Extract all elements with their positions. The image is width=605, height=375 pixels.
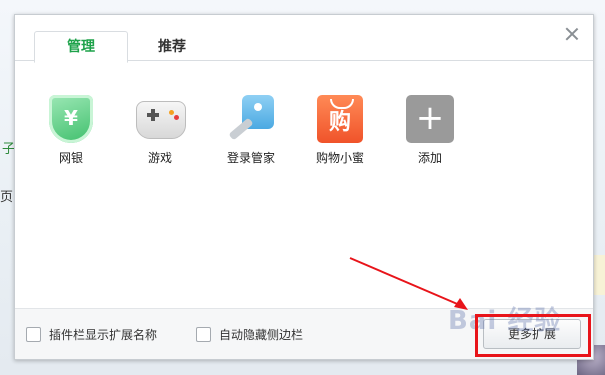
background-text: 页: [0, 190, 14, 205]
checkbox-box[interactable]: [26, 327, 41, 342]
extension-online-banking[interactable]: ¥ 网银: [36, 95, 106, 166]
extension-label: 登录管家: [226, 151, 275, 165]
auto-hide-sidebar-checkbox[interactable]: 自动隐藏侧边栏: [196, 326, 303, 343]
tab-recommend[interactable]: 推荐: [125, 31, 219, 63]
checkbox-label: 插件栏显示扩展名称: [49, 328, 158, 342]
close-icon[interactable]: [565, 27, 579, 41]
extension-games[interactable]: 游戏: [125, 95, 195, 166]
show-extension-names-checkbox[interactable]: 插件栏显示扩展名称: [26, 326, 157, 343]
extension-label: 网银: [58, 151, 83, 165]
plus-icon: +: [405, 95, 455, 145]
key-icon: [226, 95, 276, 145]
extension-label: 购物小蜜: [315, 151, 364, 165]
annotation-highlight-box: [475, 314, 591, 357]
shopping-bag-icon: 购: [315, 95, 365, 145]
extension-label: 游戏: [147, 151, 172, 165]
tab-manage[interactable]: 管理: [34, 31, 128, 63]
shield-yen-icon: ¥: [46, 95, 96, 145]
extension-add[interactable]: + 添加: [395, 95, 465, 166]
annotation-arrow-icon: [349, 257, 468, 310]
extension-label: 添加: [417, 151, 442, 165]
gamepad-icon: [135, 95, 186, 145]
extension-login-manager[interactable]: 登录管家: [216, 95, 286, 166]
checkbox-box[interactable]: [196, 327, 211, 342]
tab-bar: 管理 推荐: [15, 15, 593, 63]
checkbox-label: 自动隐藏侧边栏: [219, 328, 304, 342]
extension-shopping-helper[interactable]: 购 购物小蜜: [305, 95, 375, 166]
